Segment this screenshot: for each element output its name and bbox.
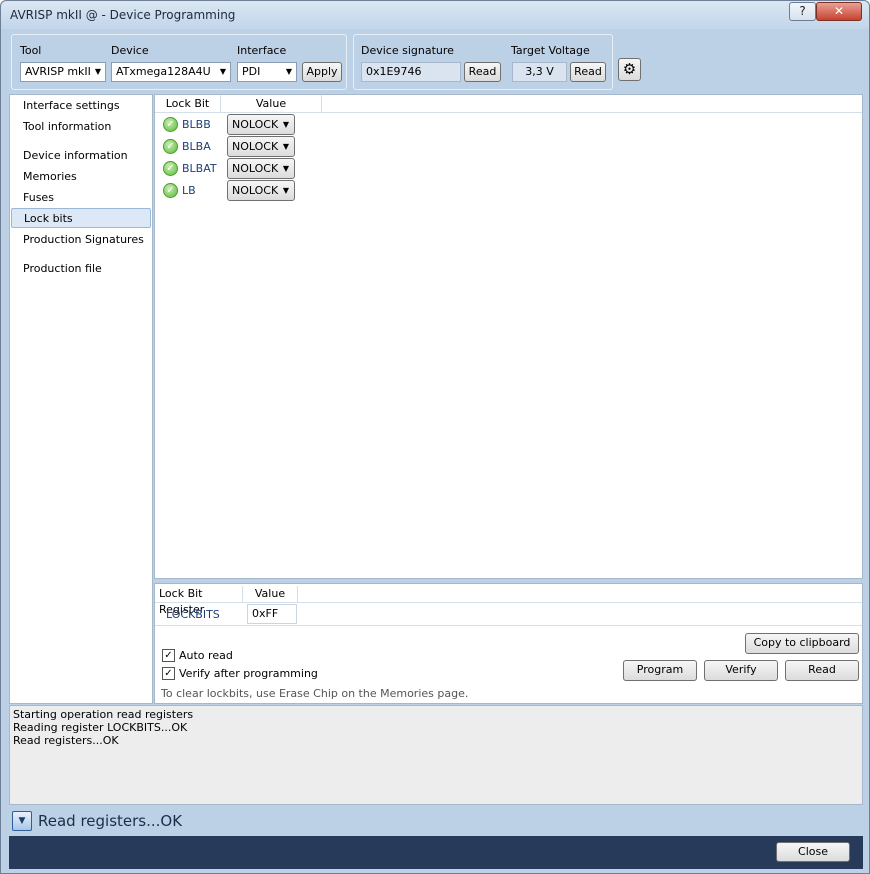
register-header-divider (155, 602, 862, 603)
gear-icon: ⚙ (622, 60, 637, 78)
log-line: Read registers...OK (13, 734, 119, 747)
erase-hint-text: To clear lockbits, use Erase Chip on the… (161, 687, 469, 700)
chevron-down-icon: ▼ (282, 142, 289, 151)
register-name: LOCKBITS (166, 608, 220, 621)
lockbit-value-select[interactable]: NOLOCK ▼ (227, 180, 295, 201)
column-header-register-value[interactable]: Value (243, 586, 298, 602)
signature-voltage-group: Device signature 0x1E9746 Read Target Vo… (353, 34, 613, 90)
lockbits-panel: Lock Bit Value ✓ BLBB NOLOCK ▼ ✓ BLBA NO… (154, 94, 863, 579)
sidebar-item-fuses[interactable]: Fuses (11, 188, 151, 208)
lockbit-name: BLBAT (182, 162, 217, 175)
chevron-down-icon: ▼ (18, 816, 26, 826)
interface-select-value: PDI (242, 65, 261, 78)
output-log[interactable]: Starting operation read registers Readin… (9, 705, 863, 805)
footer-bar: Close (9, 836, 863, 869)
lockbit-name: LB (182, 184, 196, 197)
lockbit-value-select[interactable]: NOLOCK ▼ (227, 158, 295, 179)
verify-after-programming-checkbox[interactable]: ✓ (162, 667, 175, 680)
sidebar-item-production-signatures[interactable]: Production Signatures (11, 230, 151, 250)
register-row-divider (155, 625, 862, 626)
sidebar-item-production-file[interactable]: Production file (11, 259, 151, 279)
auto-read-label: Auto read (179, 649, 233, 662)
tool-label: Tool (20, 44, 42, 57)
column-header-register[interactable]: Lock Bit Register (159, 586, 243, 616)
window-close-button[interactable]: ✕ (816, 2, 862, 21)
register-panel: Lock Bit Register Value LOCKBITS 0xFF ✓ … (154, 583, 863, 704)
voltage-read-button[interactable]: Read (570, 62, 606, 82)
lockbit-row: ✓ BLBA NOLOCK ▼ (155, 136, 355, 158)
interface-label: Interface (237, 44, 287, 57)
interface-select[interactable]: PDI ▼ (237, 62, 297, 82)
chevron-down-icon: ▼ (94, 67, 101, 76)
help-button[interactable]: ? (789, 2, 816, 21)
check-circle-icon: ✓ (163, 161, 178, 176)
lockbit-value: NOLOCK (232, 140, 279, 153)
sidebar-item-device-information[interactable]: Device information (11, 146, 151, 166)
verify-button[interactable]: Verify (704, 660, 778, 681)
lockbit-row: ✓ BLBB NOLOCK ▼ (155, 114, 355, 136)
lockbit-row: ✓ LB NOLOCK ▼ (155, 180, 355, 202)
chevron-down-icon: ▼ (219, 67, 226, 76)
window-title: AVRISP mkII @ - Device Programming (10, 8, 236, 22)
device-signature-label: Device signature (361, 44, 454, 57)
column-header-lock-bit[interactable]: Lock Bit (155, 95, 221, 112)
chevron-down-icon: ▼ (282, 186, 289, 195)
lockbit-value-select[interactable]: NOLOCK ▼ (227, 136, 295, 157)
expand-log-button[interactable]: ▼ (12, 811, 32, 831)
copy-to-clipboard-button[interactable]: Copy to clipboard (745, 633, 859, 654)
apply-button[interactable]: Apply (302, 62, 342, 82)
column-header-value[interactable]: Value (221, 95, 322, 112)
device-programming-window: AVRISP mkII @ - Device Programming ? ✕ T… (0, 0, 870, 874)
status-strip: ▼ Read registers...OK (9, 806, 863, 836)
chevron-down-icon: ▼ (282, 120, 289, 129)
sidebar-item-tool-information[interactable]: Tool information (11, 117, 151, 137)
signature-read-button[interactable]: Read (464, 62, 501, 82)
device-signature-value: 0x1E9746 (361, 62, 461, 82)
auto-read-checkbox[interactable]: ✓ (162, 649, 175, 662)
target-voltage-value: 3,3 V (512, 62, 567, 82)
log-line: Reading register LOCKBITS...OK (13, 721, 188, 734)
top-toolbar: Tool AVRISP mkII ▼ Device ATxmega128A4U … (9, 31, 863, 93)
lockbit-value: NOLOCK (232, 118, 279, 131)
device-select-value: ATxmega128A4U (116, 65, 211, 78)
tool-select[interactable]: AVRISP mkII ▼ (20, 62, 106, 82)
tool-device-group: Tool AVRISP mkII ▼ Device ATxmega128A4U … (11, 34, 347, 90)
target-voltage-label: Target Voltage (511, 44, 590, 57)
lockbit-name: BLBA (182, 140, 211, 153)
device-select[interactable]: ATxmega128A4U ▼ (111, 62, 231, 82)
lockbit-value: NOLOCK (232, 162, 279, 175)
log-line: Starting operation read registers (13, 708, 194, 721)
header-divider (155, 112, 862, 113)
lockbit-value-select[interactable]: NOLOCK ▼ (227, 114, 295, 135)
lockbit-row: ✓ BLBAT NOLOCK ▼ (155, 158, 355, 180)
sidebar-item-memories[interactable]: Memories (11, 167, 151, 187)
check-circle-icon: ✓ (163, 117, 178, 132)
register-value-field[interactable]: 0xFF (247, 604, 297, 624)
lockbit-value: NOLOCK (232, 184, 279, 197)
sidebar-item-interface-settings[interactable]: Interface settings (11, 96, 151, 116)
check-circle-icon: ✓ (163, 139, 178, 154)
close-button[interactable]: Close (776, 842, 850, 862)
sidebar-nav: Interface settings Tool information Devi… (9, 94, 153, 704)
check-circle-icon: ✓ (163, 183, 178, 198)
chevron-down-icon: ▼ (285, 67, 292, 76)
sidebar-item-lock-bits[interactable]: Lock bits (11, 208, 151, 228)
device-label: Device (111, 44, 149, 57)
lockbit-name: BLBB (182, 118, 211, 131)
read-button[interactable]: Read (785, 660, 859, 681)
settings-button[interactable]: ⚙ (618, 58, 641, 81)
verify-after-programming-label: Verify after programming (179, 667, 318, 680)
program-button[interactable]: Program (623, 660, 697, 681)
title-bar: AVRISP mkII @ - Device Programming ? ✕ (1, 1, 869, 29)
status-text: Read registers...OK (38, 812, 183, 830)
tool-select-value: AVRISP mkII (25, 65, 91, 78)
chevron-down-icon: ▼ (282, 164, 289, 173)
